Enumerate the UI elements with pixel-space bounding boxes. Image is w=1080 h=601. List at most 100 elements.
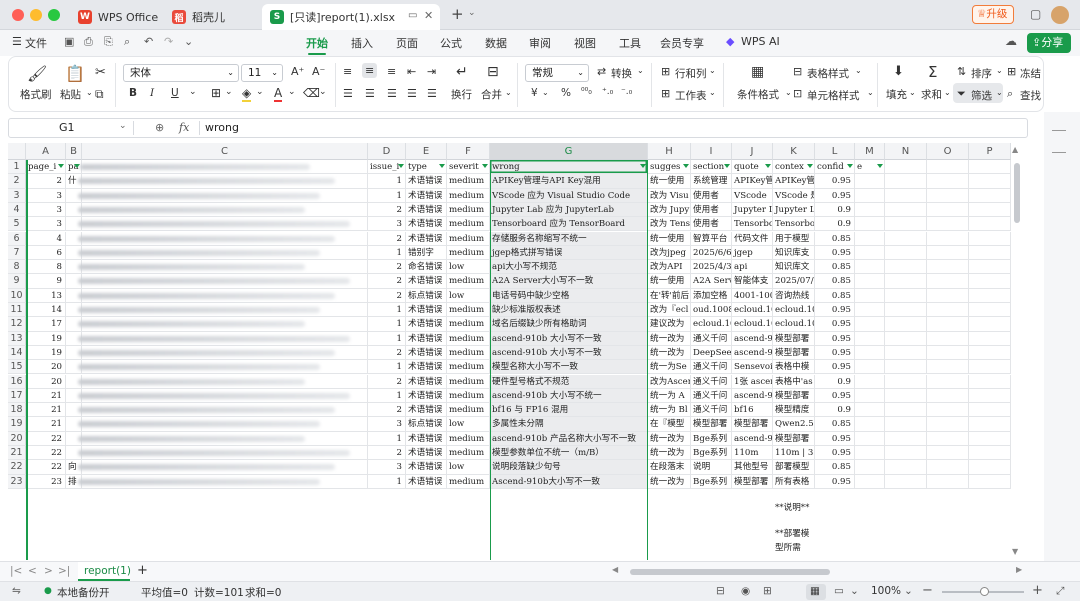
table-cell[interactable]: 术语错误 [406, 331, 447, 346]
table-cell[interactable]: 2 [368, 345, 406, 361]
table-cell[interactable] [885, 288, 927, 303]
menu-home[interactable]: 开始 [306, 35, 328, 55]
table-cell[interactable]: 模型部署 [773, 345, 815, 361]
table-cell[interactable]: 2 [368, 374, 406, 389]
row-header[interactable]: 8 [8, 260, 26, 275]
table-cell[interactable]: 术语错误 [406, 431, 447, 446]
find-button[interactable]: 查找 [1020, 88, 1041, 103]
table-cell[interactable]: 通义千问 [691, 388, 732, 404]
table-cell[interactable]: 0.95 [815, 174, 855, 189]
undo-icon[interactable]: ↶ [144, 35, 153, 48]
table-cell[interactable]: 术语错误 [406, 446, 447, 461]
table-cell[interactable]: 知识库支 [773, 245, 815, 261]
table-cell[interactable]: jgep格式拼写错误 [490, 245, 648, 261]
table-cell[interactable] [927, 260, 969, 275]
table-cell[interactable] [969, 431, 1011, 446]
table-cell[interactable]: low [447, 417, 490, 432]
redo-icon[interactable]: ↷ [164, 35, 173, 48]
table-cell[interactable]: 1 [368, 188, 406, 203]
table-cell[interactable]: 0.95 [815, 317, 855, 332]
table-cell[interactable]: APIKey管 [773, 174, 815, 189]
align-top-icon[interactable]: ≡ [343, 65, 352, 78]
table-cell[interactable]: ecloud.10 [773, 303, 815, 318]
column-header-b[interactable]: B [66, 143, 82, 160]
table-cell[interactable]: 0.9 [815, 374, 855, 389]
table-cell[interactable] [855, 317, 885, 332]
chevron-down-icon[interactable]: ⌄ [184, 35, 193, 48]
table-cell[interactable]: 统一改为 [648, 331, 691, 346]
table-cell[interactable] [969, 188, 1011, 203]
table-cell[interactable]: 改为『ecl [648, 303, 691, 318]
row-header[interactable]: 18 [8, 403, 26, 418]
convert-button[interactable]: 转换 [611, 66, 632, 81]
table-cell[interactable]: 3 [368, 460, 406, 475]
table-cell[interactable]: 模型部署 [773, 431, 815, 446]
filter-button[interactable]: 筛选 [971, 88, 992, 103]
table-cell[interactable] [885, 231, 927, 246]
tab-report-xlsx[interactable]: S [只读]report(1).xlsx ▭ ✕ [262, 4, 440, 30]
next-sheet-icon[interactable]: > [44, 565, 53, 577]
column-header-o[interactable]: O [927, 143, 969, 160]
table-cell[interactable]: 0.95 [815, 431, 855, 446]
table-cell[interactable]: medium [447, 431, 490, 446]
table-cell[interactable]: 术语错误 [406, 231, 447, 246]
find-icon[interactable]: ⌕ [1007, 87, 1013, 101]
decrease-font-icon[interactable]: A⁻ [312, 65, 325, 78]
row-header[interactable]: 5 [8, 217, 26, 232]
close-tab-icon[interactable]: ✕ [424, 9, 433, 22]
table-cell[interactable]: 表格中模 [773, 360, 815, 375]
rows-cols-icon[interactable]: ⊞ [661, 65, 670, 78]
menu-page[interactable]: 页面 [396, 35, 418, 51]
table-cell[interactable]: 2 [368, 288, 406, 303]
menu-data[interactable]: 数据 [485, 35, 507, 51]
row-header[interactable]: 2 [8, 174, 26, 189]
table-cell[interactable]: 2025/6/6 [691, 245, 732, 261]
table-cell[interactable] [927, 288, 969, 303]
table-cell[interactable] [855, 403, 885, 418]
table-cell[interactable]: 其他型号 [732, 460, 773, 475]
header-cell[interactable]: quote [732, 160, 773, 175]
row-header[interactable]: 20 [8, 431, 26, 446]
scroll-down-icon[interactable]: ▼ [1012, 547, 1018, 556]
scroll-right-icon[interactable]: ▶ [1016, 565, 1022, 574]
table-cell[interactable]: 咨询热线 [773, 288, 815, 303]
preview-icon[interactable]: ⌕ [124, 35, 130, 49]
zoom-level[interactable]: 100% [871, 585, 901, 597]
align-left-icon[interactable]: ☰ [343, 87, 353, 100]
table-cell[interactable]: DeepSeek [691, 345, 732, 361]
bold-button[interactable]: B [129, 87, 137, 99]
zoom-formula-icon[interactable]: ⊕ [155, 121, 164, 134]
table-cell[interactable]: Bge系列 [691, 446, 732, 461]
table-cell[interactable] [885, 460, 927, 475]
row-header[interactable]: 16 [8, 374, 26, 389]
table-cell[interactable]: 说明段落缺少句号 [490, 460, 648, 475]
table-cell[interactable]: 110m [732, 446, 773, 461]
header-cell[interactable]: e [855, 160, 885, 175]
copy-icon[interactable]: ⧉ [95, 87, 104, 102]
last-sheet-icon[interactable]: >| [58, 565, 70, 577]
table-cell[interactable]: 3 [26, 202, 66, 218]
table-cell[interactable]: 统一改为 [648, 345, 691, 361]
table-cell[interactable] [885, 374, 927, 389]
table-cell[interactable]: 22 [26, 446, 66, 461]
add-sheet-button[interactable]: + [137, 563, 148, 578]
table-cell[interactable]: 电话号码中缺少空格 [490, 288, 648, 303]
table-cell[interactable]: low [447, 288, 490, 303]
table-cell[interactable]: 0.95 [815, 388, 855, 404]
upgrade-button[interactable]: ♕升级 [972, 5, 1014, 24]
column-header-i[interactable]: I [691, 143, 732, 160]
table-cell[interactable]: 术语错误 [406, 388, 447, 404]
window-mode-icon[interactable]: ▢ [1030, 7, 1041, 21]
table-cell[interactable] [927, 474, 969, 489]
currency-button[interactable]: ¥ [531, 87, 538, 99]
sort-icon[interactable]: ⇅ [957, 65, 966, 78]
table-cell[interactable]: 0.85 [815, 274, 855, 289]
sum-button[interactable]: 求和 [921, 87, 942, 102]
table-cell[interactable]: ascend-910b 大小写不一致 [490, 345, 648, 361]
table-cell[interactable]: 2 [368, 274, 406, 289]
table-cell[interactable]: 3 [26, 217, 66, 232]
header-cell[interactable]: confid [815, 160, 855, 175]
header-cell[interactable] [969, 160, 1011, 175]
share-button[interactable]: ⇪分享 [1027, 33, 1071, 53]
table-cell[interactable] [969, 174, 1011, 189]
